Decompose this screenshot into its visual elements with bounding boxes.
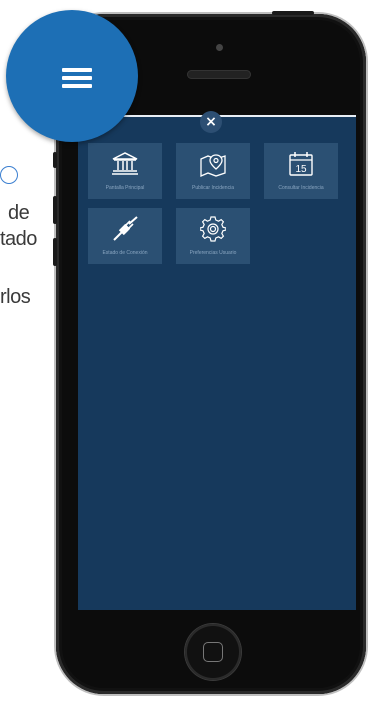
tile-label: Preferencias Usuario (189, 250, 237, 256)
background-text-line-3: rlos (0, 286, 31, 308)
plug-icon (113, 216, 138, 241)
gear-icon (200, 216, 226, 242)
map-pin-icon (200, 154, 226, 177)
phone-volume-button (53, 238, 57, 266)
background-text-line-2: tado (0, 228, 37, 250)
tile-estado-conexion[interactable]: Estado de Conexión (88, 208, 162, 264)
phone-volume-button (53, 196, 57, 224)
tile-pantalla-principal[interactable]: Pantalla Principal (88, 143, 162, 199)
tile-publicar-incidencia[interactable]: Publicar Incidencia (176, 143, 250, 199)
tile-label: Estado de Conexión (102, 250, 148, 256)
hamburger-menu-button[interactable] (6, 10, 138, 142)
phone-power-button (272, 11, 314, 15)
tile-label: Consultar Incidencia (278, 185, 324, 191)
bank-building-icon (112, 152, 138, 175)
app-screen: Pantalla Principal Publicar Incidencia 1… (78, 117, 356, 610)
phone-home-button[interactable] (185, 624, 241, 680)
phone-camera (216, 44, 223, 51)
phone-speaker (187, 70, 251, 79)
tile-label: Publicar Incidencia (192, 185, 234, 191)
home-square-icon (203, 642, 223, 662)
tile-consultar-incidencia[interactable]: 15 Consultar Incidencia (264, 143, 338, 199)
tile-label: Pantalla Principal (105, 185, 145, 191)
radio-circle-icon[interactable] (0, 166, 18, 184)
tile-preferencias-usuario[interactable]: Preferencias Usuario (176, 208, 250, 264)
calendar-icon: 15 (289, 152, 313, 176)
calendar-date: 15 (295, 164, 307, 175)
background-text-line-1: de (8, 202, 30, 224)
close-menu-button[interactable]: × (200, 111, 222, 133)
close-icon: × (205, 114, 217, 130)
phone-side-button (53, 152, 57, 168)
